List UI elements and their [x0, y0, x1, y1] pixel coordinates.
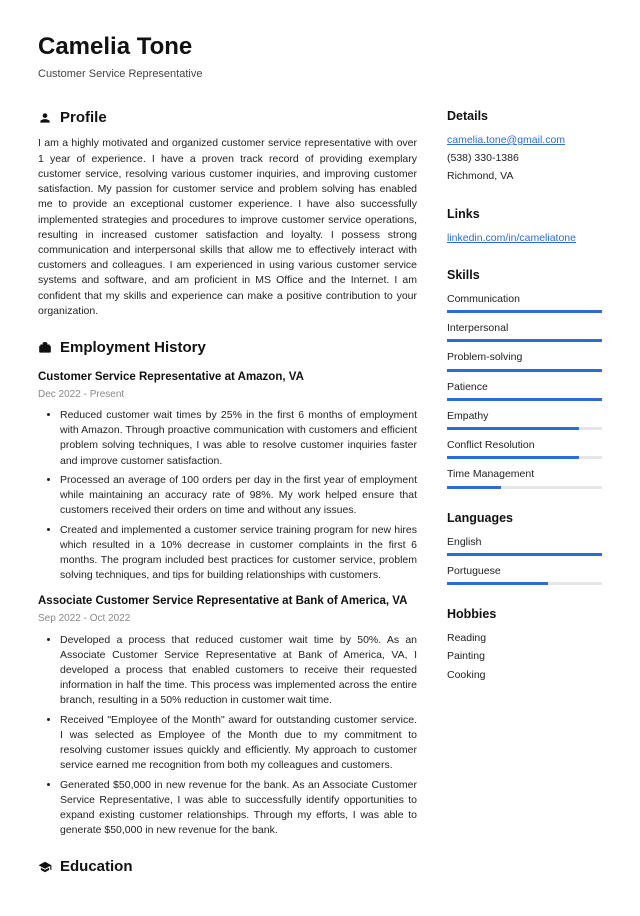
- skill-item: Conflict Resolution: [447, 438, 602, 459]
- job-bullet: Reduced customer wait times by 25% in th…: [60, 408, 417, 469]
- location-text: Richmond, VA: [447, 169, 602, 184]
- language-item: English: [447, 535, 602, 556]
- skill-name: Patience: [447, 380, 602, 395]
- language-bar-fill: [447, 582, 548, 585]
- job-title: Customer Service Representative at Amazo…: [38, 369, 417, 386]
- skill-bar-fill: [447, 486, 501, 489]
- linkedin-link[interactable]: linkedin.com/in/cameliatone: [447, 232, 576, 244]
- skill-item: Problem-solving: [447, 350, 602, 371]
- job-bullets: Reduced customer wait times by 25% in th…: [38, 408, 417, 583]
- skill-name: Interpersonal: [447, 321, 602, 336]
- employment-heading: Employment History: [38, 337, 417, 359]
- skill-item: Communication: [447, 292, 602, 313]
- skill-item: Empathy: [447, 409, 602, 430]
- job-dates: Sep 2022 - Oct 2022: [38, 612, 417, 627]
- language-item: Portuguese: [447, 564, 602, 585]
- person-icon: [38, 111, 52, 125]
- job-bullet: Created and implemented a customer servi…: [60, 523, 417, 584]
- job-bullet: Received "Employee of the Month" award f…: [60, 713, 417, 774]
- skill-item: Patience: [447, 380, 602, 401]
- phone-text: (538) 330-1386: [447, 151, 602, 166]
- language-name: Portuguese: [447, 564, 602, 579]
- right-column: Details camelia.tone@gmail.com (538) 330…: [447, 107, 602, 886]
- profile-heading: Profile: [38, 107, 417, 129]
- person-name: Camelia Tone: [38, 30, 602, 65]
- employment-heading-text: Employment History: [60, 337, 206, 359]
- briefcase-icon: [38, 341, 52, 355]
- resume-header: Camelia Tone Customer Service Representa…: [38, 30, 602, 83]
- skill-bar-fill: [447, 369, 602, 372]
- profile-text: I am a highly motivated and organized cu…: [38, 136, 417, 319]
- skill-bar-fill: [447, 339, 602, 342]
- job-bullet: Developed a process that reduced custome…: [60, 633, 417, 709]
- details-heading: Details: [447, 107, 602, 125]
- hobby-item: Cooking: [447, 668, 602, 683]
- skill-bar: [447, 427, 602, 430]
- skill-bar-fill: [447, 310, 602, 313]
- skill-name: Problem-solving: [447, 350, 602, 365]
- skill-bar: [447, 310, 602, 313]
- skill-name: Communication: [447, 292, 602, 307]
- language-bar: [447, 553, 602, 556]
- job-bullet: Generated $50,000 in new revenue for the…: [60, 778, 417, 839]
- hobbies-heading: Hobbies: [447, 605, 602, 623]
- links-heading: Links: [447, 205, 602, 223]
- language-bar: [447, 582, 602, 585]
- skill-name: Empathy: [447, 409, 602, 424]
- skill-bar: [447, 456, 602, 459]
- skill-bar-fill: [447, 456, 579, 459]
- hobby-item: Painting: [447, 649, 602, 664]
- language-bar-fill: [447, 553, 602, 556]
- languages-heading: Languages: [447, 509, 602, 527]
- skill-name: Conflict Resolution: [447, 438, 602, 453]
- skill-item: Time Management: [447, 467, 602, 488]
- education-heading-text: Education: [60, 856, 133, 878]
- language-name: English: [447, 535, 602, 550]
- skill-bar-fill: [447, 427, 579, 430]
- job-title: Associate Customer Service Representativ…: [38, 593, 417, 610]
- skill-bar: [447, 486, 602, 489]
- left-column: Profile I am a highly motivated and orga…: [38, 107, 417, 886]
- job-dates: Dec 2022 - Present: [38, 388, 417, 403]
- skill-name: Time Management: [447, 467, 602, 482]
- skill-bar: [447, 398, 602, 401]
- email-link[interactable]: camelia.tone@gmail.com: [447, 134, 565, 146]
- job-bullet: Processed an average of 100 orders per d…: [60, 473, 417, 519]
- job-bullets: Developed a process that reduced custome…: [38, 633, 417, 839]
- person-title: Customer Service Representative: [38, 67, 602, 83]
- graduation-cap-icon: [38, 860, 52, 874]
- education-heading: Education: [38, 856, 417, 878]
- skill-bar-fill: [447, 398, 602, 401]
- hobby-item: Reading: [447, 631, 602, 646]
- skills-heading: Skills: [447, 266, 602, 284]
- skill-bar: [447, 339, 602, 342]
- skill-item: Interpersonal: [447, 321, 602, 342]
- skill-bar: [447, 369, 602, 372]
- profile-heading-text: Profile: [60, 107, 107, 129]
